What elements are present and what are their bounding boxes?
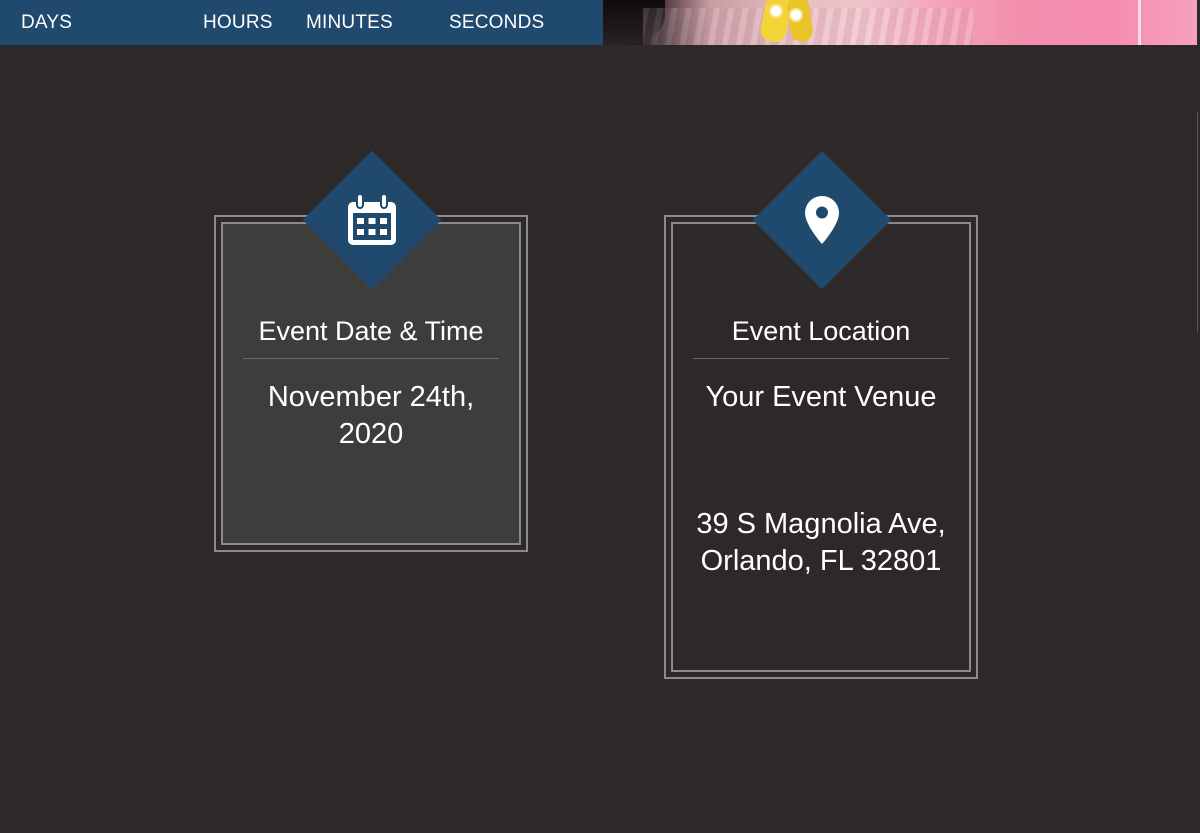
event-date-divider: [243, 358, 499, 359]
event-date-value: November 24th, 2020: [221, 379, 521, 453]
event-address-line: Orlando, FL 32801: [700, 545, 942, 577]
event-location-title: Event Location: [731, 316, 911, 346]
event-date-line: 2020: [338, 418, 404, 450]
map-pin-icon: [796, 192, 848, 248]
photo-pole: [1138, 0, 1141, 45]
event-details-page: DAYS HOURS MINUTES SECONDS Event Date & …: [0, 0, 1200, 833]
scrollbar-track[interactable]: [1197, 112, 1198, 332]
event-address: 39 S Magnolia Ave, Orlando, FL 32801: [671, 506, 971, 580]
event-location-card-inner: [671, 222, 971, 672]
photo-flower: [771, 6, 781, 16]
event-venue-name: Your Event Venue: [705, 381, 937, 413]
countdown-minutes-label: MINUTES: [306, 12, 393, 33]
event-date-line: November 24th,: [267, 381, 475, 413]
event-address-line: 39 S Magnolia Ave,: [696, 508, 946, 540]
event-location-divider: [693, 358, 949, 359]
countdown-seconds-label: SECONDS: [449, 12, 545, 33]
countdown-bar: DAYS HOURS MINUTES SECONDS: [0, 0, 603, 45]
photo-flower: [791, 10, 801, 20]
calendar-icon: [346, 192, 398, 248]
countdown-hours-label: HOURS: [203, 12, 273, 33]
countdown-days-label: DAYS: [21, 12, 73, 33]
event-date-title: Event Date & Time: [258, 316, 484, 346]
header-photo: [603, 0, 1197, 45]
